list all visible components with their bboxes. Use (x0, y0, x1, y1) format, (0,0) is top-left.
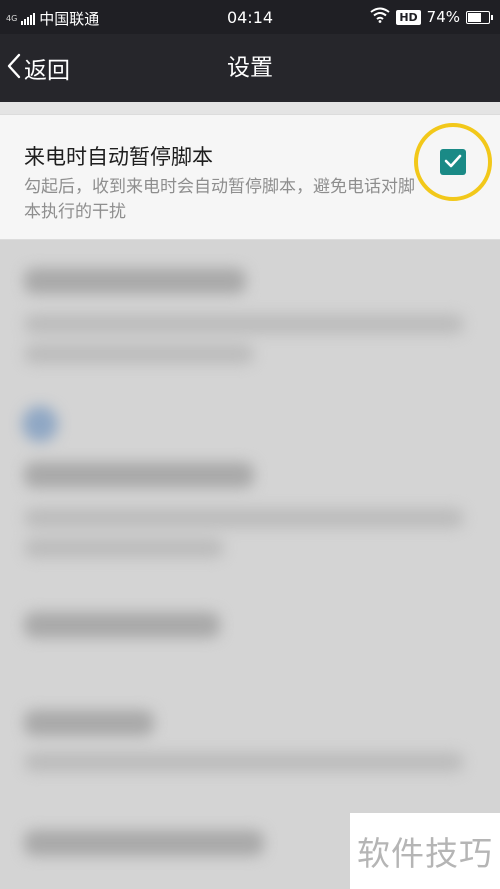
auto-pause-setting-row[interactable]: 来电时自动暂停脚本 勾起后，收到来电时会自动暂停脚本，避免电话对脚本执行的干扰 (0, 114, 500, 240)
setting-description: 勾起后，收到来电时会自动暂停脚本，避免电话对脚本执行的干扰 (24, 177, 415, 222)
setting-title: 来电时自动暂停脚本 (24, 145, 213, 169)
blurred-settings-area (0, 240, 500, 889)
highlight-circle (414, 123, 492, 201)
status-bar: 4G 中国联通 04:14 HD 74% (0, 0, 500, 34)
nav-bar: 返回 设置 (0, 34, 500, 102)
status-right: HD 74% (370, 7, 493, 27)
battery-percent: 74% (426, 8, 460, 26)
hd-badge: HD (396, 9, 421, 25)
wifi-icon (370, 7, 390, 27)
checkmark-icon (444, 153, 462, 172)
page-title: 设置 (227, 55, 273, 81)
watermark: 软件技巧 (350, 813, 500, 889)
auto-pause-checkbox[interactable] (440, 149, 466, 175)
battery-icon (466, 10, 493, 24)
section-gap (0, 102, 500, 114)
